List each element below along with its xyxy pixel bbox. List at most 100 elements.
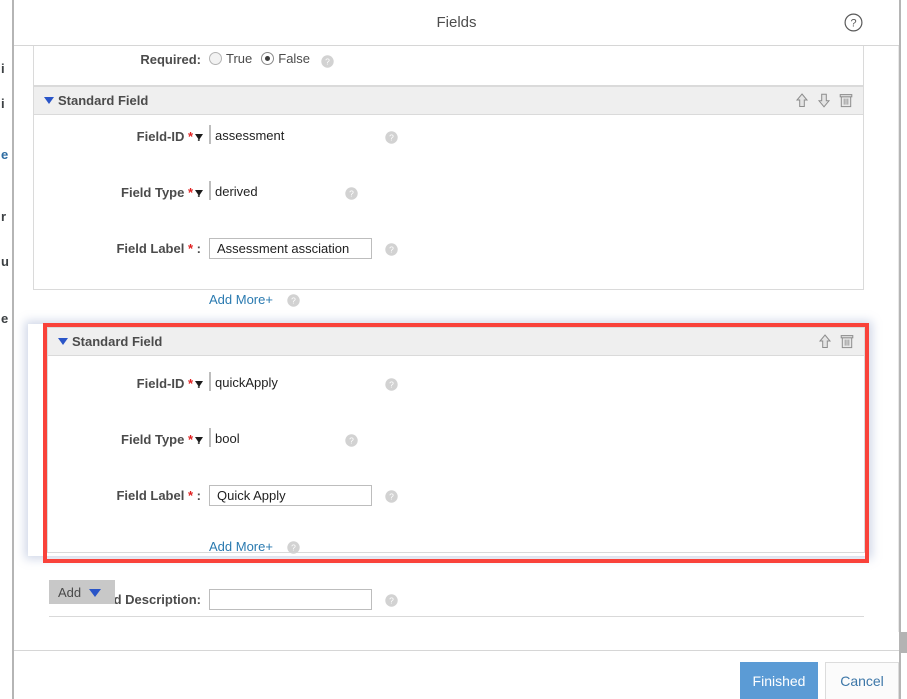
field-label-row: Field Label * : ? — [34, 235, 863, 263]
help-icon-required[interactable]: ? — [321, 55, 334, 68]
required-asterisk: * — [187, 432, 194, 447]
required-radio-group[interactable]: True False — [209, 50, 319, 68]
help-icon-field-label[interactable]: ? — [385, 490, 398, 503]
field-type-value: bool — [215, 431, 240, 446]
field-label-input[interactable] — [209, 485, 372, 506]
svg-text:?: ? — [389, 596, 394, 606]
section-header-1[interactable]: Standard Field — [34, 87, 863, 115]
field-description-input[interactable] — [209, 589, 372, 610]
sections-container: Required: True False ? Standard Field Fi… — [33, 46, 869, 617]
help-icon-field-id[interactable]: ? — [385, 131, 398, 144]
field-label-label: Field Label * : — [34, 235, 201, 263]
collapse-caret-icon[interactable] — [58, 338, 68, 345]
required-asterisk: * — [187, 241, 194, 256]
label-colon: : — [196, 241, 201, 256]
radio-false[interactable] — [261, 52, 275, 65]
standard-field-section-2: Standard Field Field-ID *: quickApply ?… — [47, 327, 865, 610]
delete-icon[interactable] — [838, 92, 854, 109]
field-type-row: Field Type * : bool ? — [48, 426, 864, 454]
add-button-label: Add — [58, 584, 82, 600]
help-icon-field-id[interactable]: ? — [385, 378, 398, 391]
move-down-icon[interactable] — [816, 92, 832, 109]
radio-true[interactable] — [209, 52, 222, 65]
field-label-input[interactable] — [209, 238, 372, 259]
radio-true-label: True — [226, 51, 253, 66]
move-up-icon[interactable] — [817, 333, 833, 350]
bg-char: e — [1, 147, 9, 162]
help-icon-add-more-label[interactable]: ? — [287, 294, 300, 307]
partial-field-row-top: Required: True False ? — [33, 46, 864, 86]
required-asterisk: * — [187, 185, 194, 200]
footer-divider — [49, 616, 864, 617]
svg-text:?: ? — [349, 189, 354, 199]
svg-text:?: ? — [389, 492, 394, 502]
screen-root: i i e r u e Fields ? Required: True Fals… — [0, 0, 907, 699]
fields-dialog: Fields ? Required: True False ? Standard… — [14, 0, 907, 699]
bg-char: i — [1, 61, 5, 76]
bg-char: i — [1, 96, 5, 111]
add-button[interactable]: Add — [49, 580, 115, 604]
field-label-label-text: Field Label — [116, 488, 185, 503]
bg-char: r — [1, 209, 7, 224]
field-type-label-text: Field Type — [121, 185, 185, 200]
help-circle-icon[interactable]: ? — [844, 13, 863, 32]
field-id-label: Field-ID * : — [34, 123, 201, 151]
section-title: Standard Field — [72, 334, 163, 349]
help-icon-field-label[interactable]: ? — [385, 243, 398, 256]
dialog-scroll-body[interactable]: Required: True False ? Standard Field Fi… — [14, 46, 899, 636]
field-id-select[interactable]: assessment — [195, 125, 372, 144]
field-type-select-box[interactable]: derived — [195, 181, 258, 200]
help-icon-field-type[interactable]: ? — [345, 434, 358, 447]
field-type-row: Field Type * : derived ? — [34, 179, 863, 207]
required-asterisk: * — [187, 129, 194, 144]
section-body-2: Field-ID * : quickApply ? Field Type *:… — [48, 356, 864, 610]
add-more-link-field-label[interactable]: Add More+ — [209, 536, 273, 558]
required-label: Required: — [140, 52, 201, 67]
field-type-select[interactable]: derived — [195, 181, 332, 200]
add-more-link-field-label[interactable]: Add More+ — [209, 289, 273, 311]
field-type-select[interactable]: bool — [195, 428, 332, 447]
field-label-row: Field Label * : ? — [48, 482, 864, 510]
svg-text:?: ? — [389, 133, 394, 143]
field-description-row: Field Description: ? — [48, 586, 864, 614]
scrollbar-thumb[interactable] — [900, 632, 907, 653]
field-id-select-box[interactable]: quickApply — [195, 372, 278, 391]
background-page-bleed: i i e r u e — [0, 0, 12, 699]
svg-text:?: ? — [389, 380, 394, 390]
move-up-icon[interactable] — [794, 92, 810, 109]
scrollbar-track[interactable] — [898, 46, 899, 632]
delete-icon[interactable] — [839, 333, 855, 350]
field-type-label: Field Type * : — [34, 179, 201, 207]
help-icon-field-type[interactable]: ? — [345, 187, 358, 200]
field-id-row: Field-ID * : assessment ? — [34, 123, 863, 151]
dialog-header: Fields ? — [14, 0, 899, 46]
bg-char: u — [1, 254, 9, 269]
help-icon-add-more-label[interactable]: ? — [287, 541, 300, 554]
field-id-select[interactable]: quickApply — [195, 372, 372, 391]
field-label-label-text: Field Label — [116, 241, 185, 256]
svg-text:?: ? — [291, 543, 296, 553]
section-title: Standard Field — [58, 93, 149, 108]
cancel-button[interactable]: Cancel — [825, 662, 899, 699]
collapse-caret-icon[interactable] — [44, 97, 54, 104]
svg-text:?: ? — [291, 296, 296, 306]
help-icon-field-description[interactable]: ? — [385, 594, 398, 607]
field-id-row: Field-ID * : quickApply ? — [48, 370, 864, 398]
finished-button[interactable]: Finished — [740, 662, 818, 699]
svg-text:?: ? — [850, 18, 856, 30]
label-colon: : — [196, 488, 201, 503]
field-id-value: assessment — [215, 128, 285, 143]
svg-text:?: ? — [325, 57, 330, 67]
field-id-select-box[interactable]: assessment — [195, 125, 284, 144]
field-label-label: Field Label * : — [48, 482, 201, 510]
field-type-value: derived — [215, 184, 258, 199]
field-type-select-box[interactable]: bool — [195, 428, 240, 447]
section-body-1: Field-ID * : assessment ? Field Type *:… — [34, 115, 863, 458]
field-type-label: Field Type * : — [48, 426, 201, 454]
outer-gutter — [901, 0, 907, 699]
section-header-2[interactable]: Standard Field — [48, 328, 864, 356]
svg-text:?: ? — [389, 245, 394, 255]
standard-field-section-1: Standard Field Field-ID *: assessment ?… — [33, 86, 864, 458]
chevron-down-icon — [89, 589, 101, 597]
radio-false-label: False — [278, 51, 311, 66]
